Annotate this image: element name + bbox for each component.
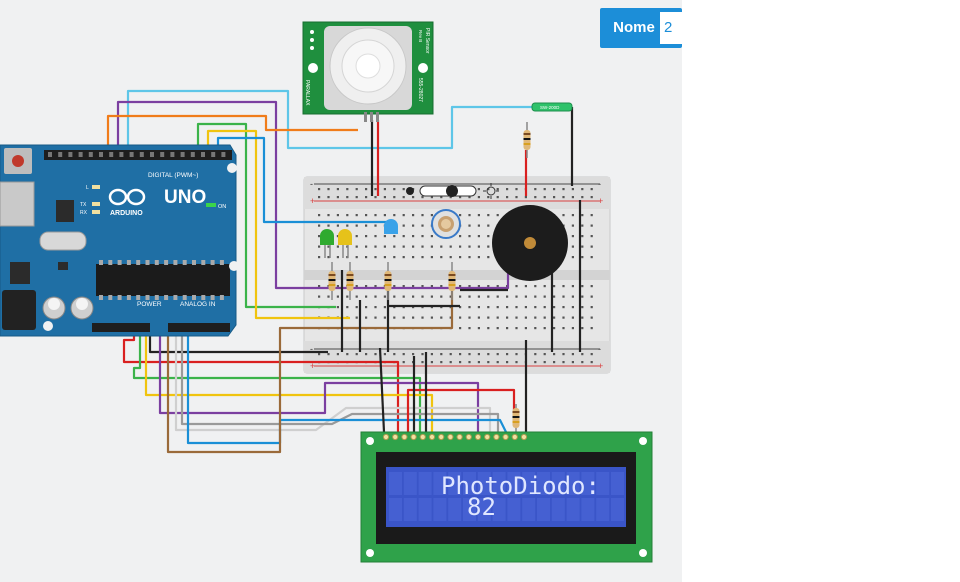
- circuit-diagram: - + - + - + - + UNO ARDUINO DIGITAL (PWM…: [0, 21, 653, 563]
- arduino-rx-label: RX: [80, 210, 88, 216]
- arduino-uno[interactable]: UNO ARDUINO DIGITAL (PWM~) POWER ANALOG …: [0, 144, 239, 337]
- buzzer[interactable]: [492, 205, 568, 281]
- arduino-digital-label: DIGITAL (PWM~): [148, 172, 198, 179]
- circuit-canvas[interactable]: - + - + - + - + UNO ARDUINO DIGITAL (PWM…: [0, 0, 682, 582]
- photodiode[interactable]: [431, 209, 461, 239]
- pir-part: 555-28027: [417, 78, 423, 102]
- arduino-brand: ARDUINO: [110, 210, 143, 217]
- svg-text:-: -: [598, 179, 601, 189]
- tilt-switch-label: SW-200D: [540, 105, 560, 110]
- pir-brand: PARALLAX: [304, 80, 310, 106]
- svg-text:-: -: [598, 344, 601, 354]
- svg-text:+: +: [598, 361, 603, 371]
- tilt-switch[interactable]: SW-200D: [531, 102, 573, 112]
- led-blue[interactable]: [384, 219, 398, 234]
- right-panel: [682, 0, 960, 582]
- name-value-field[interactable]: 2: [660, 12, 682, 44]
- lcd-line-1: PhotoDiodo:: [441, 472, 600, 500]
- arduino-l-label: L: [86, 185, 89, 191]
- arduino-logo: UNO: [164, 187, 206, 208]
- name-label: Nome: [613, 19, 655, 36]
- svg-text:-: -: [310, 179, 313, 189]
- arduino-power-label: POWER: [137, 301, 162, 308]
- arduino-analog-label: ANALOG IN: [180, 301, 216, 308]
- svg-text:+: +: [598, 196, 603, 206]
- pir-label: PIR Sensor: [424, 28, 430, 54]
- arduino-tx-label: TX: [80, 202, 87, 208]
- lcd-display[interactable]: PhotoDiodo: 82: [360, 431, 653, 563]
- svg-text:+: +: [310, 196, 315, 206]
- pir-rev: Rev B: [418, 30, 423, 42]
- arduino-on-label: ON: [218, 204, 226, 210]
- lcd-line-2: 82: [467, 493, 496, 521]
- pir-sensor[interactable]: PIR Sensor 555-28027 PARALLAX Rev B: [302, 21, 434, 122]
